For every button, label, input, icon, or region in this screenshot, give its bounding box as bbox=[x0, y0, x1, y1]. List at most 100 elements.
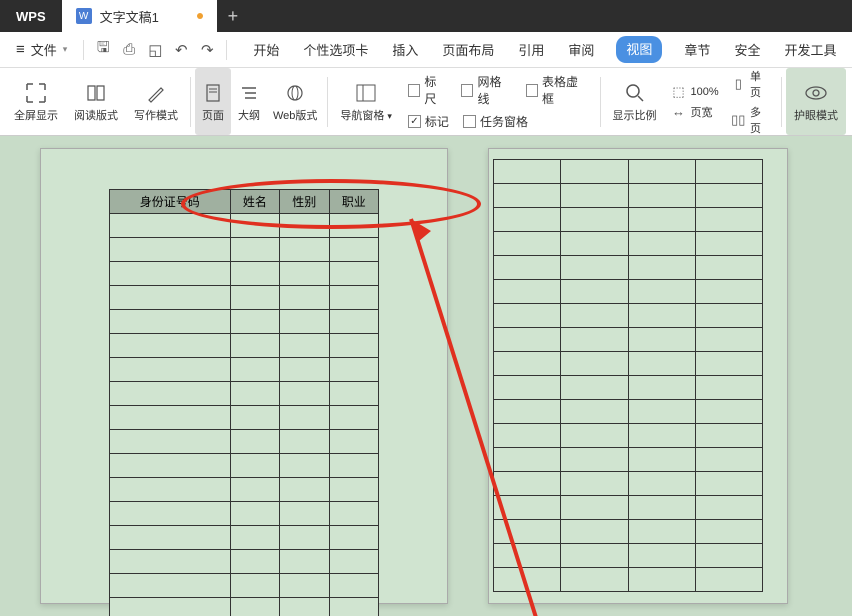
save-icon[interactable]: 🖫 bbox=[92, 39, 114, 61]
page-view-button[interactable]: 页面 bbox=[195, 68, 231, 135]
table-row bbox=[110, 334, 379, 358]
task-pane-checkbox[interactable]: 任务窗格 bbox=[463, 113, 528, 130]
new-tab-button[interactable]: + bbox=[217, 0, 249, 32]
table-row bbox=[110, 382, 379, 406]
redo-icon[interactable]: ↷ bbox=[196, 39, 218, 61]
tab-layout[interactable]: 页面布局 bbox=[440, 36, 496, 63]
menu-tabs: 开始 个性选项卡 插入 页面布局 引用 审阅 视图 章节 安全 开发工具 bbox=[251, 36, 838, 63]
table-row bbox=[110, 574, 379, 598]
table-border-checkbox[interactable]: 表格虚框 bbox=[526, 73, 588, 107]
header-job[interactable]: 职业 bbox=[329, 190, 378, 214]
table-row bbox=[494, 544, 763, 568]
outline-button[interactable]: 大纲 bbox=[231, 68, 267, 135]
page-icon bbox=[201, 81, 225, 105]
ruler-checkbox[interactable]: 标尺 bbox=[408, 73, 447, 107]
read-mode-button[interactable]: 阅读版式 bbox=[66, 68, 126, 135]
web-view-button[interactable]: Web版式 bbox=[267, 68, 323, 135]
write-mode-button[interactable]: 写作模式 bbox=[126, 68, 186, 135]
separator bbox=[83, 40, 84, 60]
tab-reference[interactable]: 引用 bbox=[516, 36, 546, 63]
eye-mode-button[interactable]: 护眼模式 bbox=[786, 68, 846, 135]
table-row bbox=[494, 184, 763, 208]
tab-section[interactable]: 章节 bbox=[682, 36, 712, 63]
modified-indicator bbox=[197, 13, 203, 19]
wps-logo: WPS bbox=[0, 9, 62, 24]
table-row bbox=[494, 472, 763, 496]
table-row bbox=[110, 358, 379, 382]
zoom-100-button[interactable]: ⬚100% bbox=[671, 84, 719, 100]
table-row bbox=[494, 400, 763, 424]
table-row bbox=[110, 502, 379, 526]
page-width-button[interactable]: ↔页宽 bbox=[671, 104, 719, 120]
outline-icon bbox=[237, 81, 261, 105]
table-row bbox=[110, 598, 379, 616]
table-row bbox=[494, 160, 763, 184]
ratio-icon: ⬚ bbox=[671, 84, 687, 100]
header-id[interactable]: 身份证号码 bbox=[110, 190, 231, 214]
table-header-row: 身份证号码 姓名 性别 职业 bbox=[110, 190, 379, 214]
checkbox-group: 标尺 网格线 表格虚框 ✓标记 任务窗格 bbox=[400, 67, 596, 136]
book-icon bbox=[84, 81, 108, 105]
separator bbox=[190, 77, 191, 127]
table-row bbox=[110, 454, 379, 478]
eye-icon bbox=[804, 81, 828, 105]
zoom-options: ⬚100% ↔页宽 bbox=[665, 78, 725, 126]
undo-icon[interactable]: ↶ bbox=[170, 39, 192, 61]
table-row bbox=[494, 208, 763, 232]
table-row bbox=[494, 304, 763, 328]
table-row bbox=[494, 520, 763, 544]
table-row bbox=[110, 526, 379, 550]
file-menu[interactable]: ≡ 文件 ▾ bbox=[8, 36, 75, 63]
data-table[interactable]: 身份证号码 姓名 性别 职业 bbox=[109, 189, 379, 616]
single-page-button[interactable]: ▯单页 bbox=[731, 68, 771, 100]
data-table-2[interactable] bbox=[493, 159, 763, 592]
table-row bbox=[110, 550, 379, 574]
page-2 bbox=[488, 148, 788, 604]
table-row bbox=[494, 352, 763, 376]
multi-icon: ▯▯ bbox=[731, 112, 746, 128]
markup-checkbox[interactable]: ✓标记 bbox=[408, 113, 449, 130]
table-row bbox=[494, 328, 763, 352]
page-options: ▯单页 ▯▯多页 bbox=[725, 62, 777, 142]
table-row bbox=[494, 496, 763, 520]
table-row bbox=[494, 424, 763, 448]
document-tab[interactable]: W 文字文稿1 bbox=[62, 0, 217, 32]
single-icon: ▯ bbox=[731, 76, 746, 92]
table-row bbox=[110, 310, 379, 334]
separator bbox=[327, 77, 328, 127]
hamburger-icon: ≡ bbox=[16, 41, 25, 58]
print-icon[interactable]: ⎙ bbox=[118, 39, 140, 61]
separator bbox=[600, 77, 601, 127]
table-row bbox=[494, 448, 763, 472]
preview-icon[interactable]: ◱ bbox=[144, 39, 166, 61]
document-area[interactable]: 身份证号码 姓名 性别 职业 bbox=[0, 136, 852, 616]
pen-icon bbox=[144, 81, 168, 105]
width-icon: ↔ bbox=[671, 104, 687, 120]
tab-devtools[interactable]: 开发工具 bbox=[782, 36, 838, 63]
chevron-down-icon: ▾ bbox=[387, 111, 392, 121]
multi-page-button[interactable]: ▯▯多页 bbox=[731, 104, 771, 136]
table-row bbox=[494, 280, 763, 304]
zoom-icon bbox=[623, 81, 647, 105]
table-row bbox=[494, 256, 763, 280]
table-row bbox=[110, 262, 379, 286]
table-row bbox=[110, 286, 379, 310]
web-icon bbox=[283, 81, 307, 105]
nav-pane-button[interactable]: 导航窗格 ▾ bbox=[332, 68, 400, 135]
tab-start[interactable]: 开始 bbox=[251, 36, 281, 63]
page-1: 身份证号码 姓名 性别 职业 bbox=[40, 148, 448, 604]
table-row bbox=[494, 568, 763, 592]
header-gender[interactable]: 性别 bbox=[280, 190, 329, 214]
tab-view[interactable]: 视图 bbox=[616, 36, 662, 63]
tab-insert[interactable]: 插入 bbox=[390, 36, 420, 63]
zoom-button[interactable]: 显示比例 bbox=[605, 68, 665, 135]
header-name[interactable]: 姓名 bbox=[230, 190, 279, 214]
doc-icon: W bbox=[76, 8, 92, 24]
tab-review[interactable]: 审阅 bbox=[566, 36, 596, 63]
ribbon: 全屏显示 阅读版式 写作模式 页面 大纲 Web版式 导航窗格 ▾ 标尺 网格线… bbox=[0, 68, 852, 136]
tab-security[interactable]: 安全 bbox=[732, 36, 762, 63]
tab-custom[interactable]: 个性选项卡 bbox=[301, 36, 370, 63]
fullscreen-button[interactable]: 全屏显示 bbox=[6, 68, 66, 135]
tab-label: 文字文稿1 bbox=[100, 7, 159, 26]
gridlines-checkbox[interactable]: 网格线 bbox=[461, 73, 512, 107]
